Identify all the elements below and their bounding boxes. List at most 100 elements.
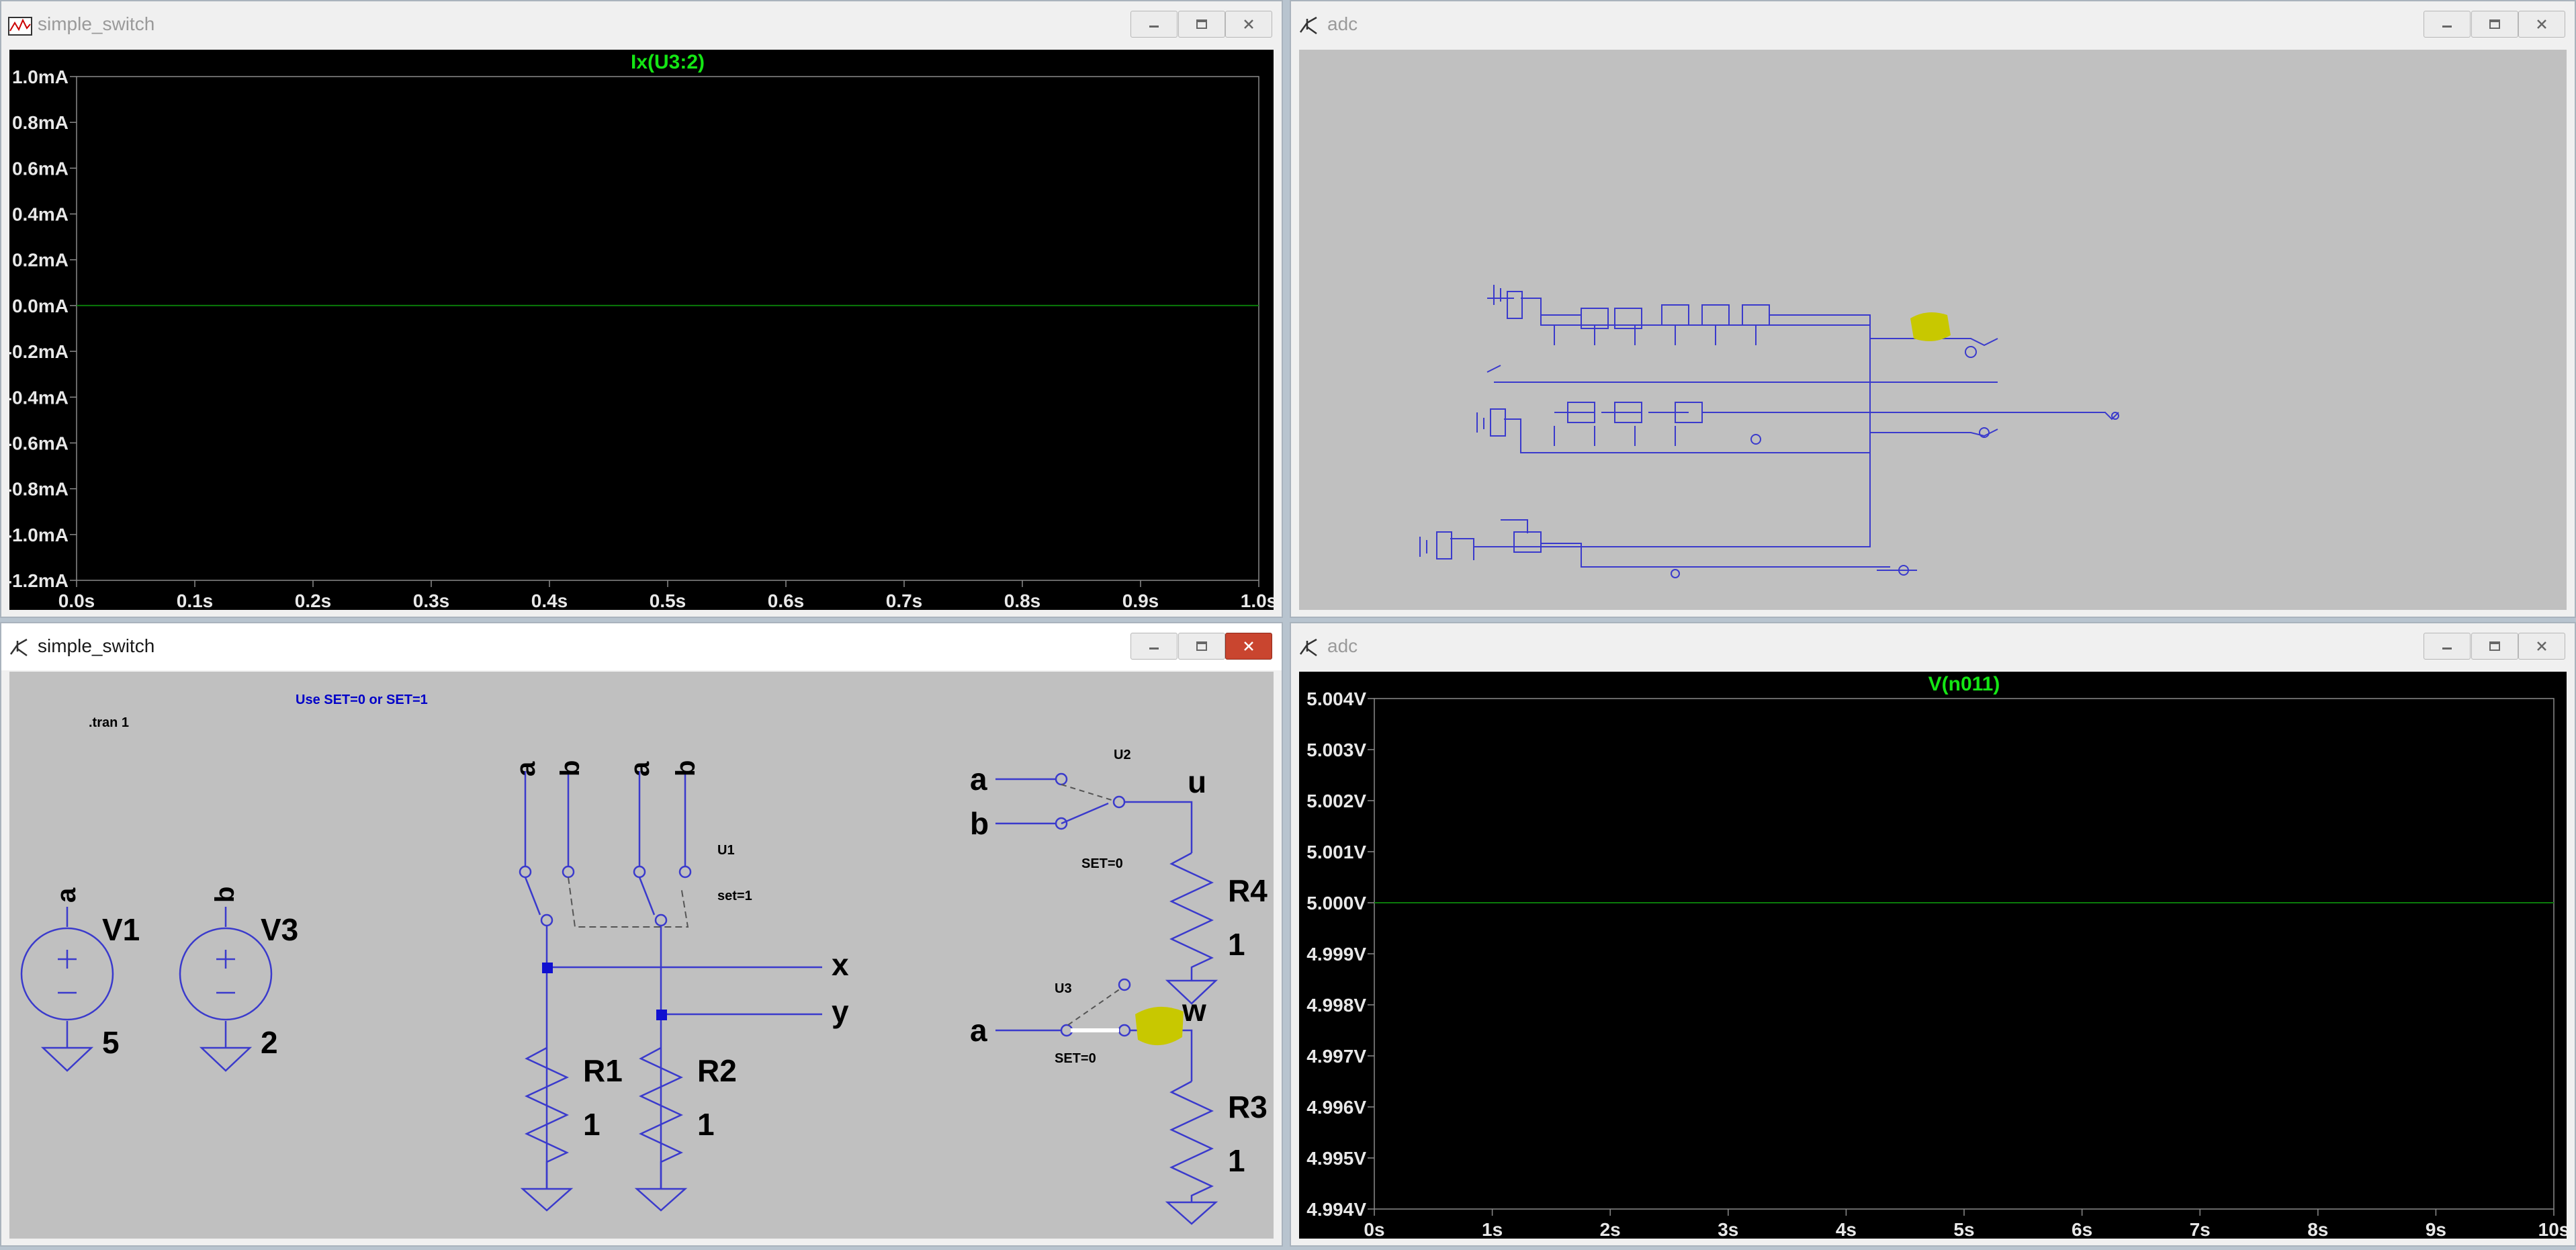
y-tick-label: -1.2mA — [9, 570, 69, 591]
y-tick-label: 4.999V — [1306, 944, 1366, 965]
x-tick-label: 0s — [1364, 1219, 1384, 1239]
v1-net-label: a — [52, 887, 81, 903]
switch-u2[interactable] — [995, 772, 1218, 1005]
minimize-button[interactable] — [2424, 11, 2471, 38]
minimize-icon — [2442, 26, 2452, 28]
adc-stage-2[interactable] — [1476, 402, 2119, 453]
adc-stage-3[interactable] — [1419, 453, 1917, 578]
minimize-button[interactable] — [1130, 633, 1178, 660]
waveform-icon — [8, 17, 32, 36]
net-label-y: y — [832, 994, 849, 1029]
waveform-plot[interactable]: Ix(U3:2) 1.0mA 0.8mA 0.6mA 0.4mA 0.2mA 0.0mA -0… — [9, 50, 1274, 610]
maximize-button[interactable] — [2471, 633, 2518, 660]
y-tick-label: 4.996V — [1306, 1097, 1366, 1118]
schematic-icon — [1299, 638, 1317, 657]
titlebar[interactable]: simple_switch — [1, 623, 1282, 670]
x-tick-label: 2s — [1600, 1219, 1621, 1239]
maximize-icon — [1196, 641, 1207, 651]
y-tick-label: -0.8mA — [9, 479, 69, 500]
y-tick-label: -0.4mA — [9, 387, 69, 408]
x-tick-label: 3s — [1718, 1219, 1738, 1239]
r4-name: R4 — [1228, 873, 1268, 908]
source-v3[interactable]: b V3 2 — [179, 887, 298, 1072]
x-tick-label: 0.9s — [1122, 590, 1159, 610]
window-schematic-adc[interactable]: adc — [1290, 0, 2576, 618]
minimize-icon — [1149, 648, 1159, 650]
window-schematic-simple-switch[interactable]: simple_switch .tran 1 Use SET=0 or SET=1… — [0, 622, 1283, 1247]
window-waveform-vn011[interactable]: adc V(n011) 5.004V 5.003V 5.002V 5.001V 5.000… — [1290, 622, 2576, 1247]
minimize-icon — [2442, 648, 2452, 650]
simple-switch-schematic[interactable]: .tran 1 Use SET=0 or SET=1 a V1 5 b V3 2 — [9, 672, 1274, 1239]
u1-pin-2-label: b — [556, 760, 585, 776]
close-button[interactable] — [1225, 633, 1272, 660]
minimize-button[interactable] — [1130, 11, 1178, 38]
r3-value: 1 — [1228, 1143, 1245, 1178]
x-tick-label: 0.7s — [886, 590, 923, 610]
net-label-w: w — [1182, 993, 1206, 1028]
titlebar[interactable]: adc — [1291, 623, 2575, 670]
r4-value: 1 — [1228, 927, 1245, 962]
r3-name: R3 — [1228, 1089, 1268, 1124]
v3-net-label: b — [210, 887, 240, 903]
x-tick-label: 5s — [1953, 1219, 1974, 1239]
y-tick-label: 0.0mA — [12, 296, 69, 316]
y-tick-label: 5.002V — [1306, 791, 1366, 811]
minimize-icon — [1149, 26, 1159, 28]
window-waveform-ix[interactable]: simple_switch Ix(U3:2) 1.0mA 0.8mA 0.6mA 0.4… — [0, 0, 1283, 618]
net-label-x: x — [832, 947, 849, 982]
window-title: simple_switch — [38, 13, 155, 34]
plot-pane[interactable]: V(n011) 5.004V 5.003V 5.002V 5.001V 5.000V 4.9… — [1299, 672, 2567, 1239]
plot-pane[interactable]: Ix(U3:2) 1.0mA 0.8mA 0.6mA 0.4mA 0.2mA 0.0mA -0… — [9, 50, 1274, 610]
trace-title[interactable]: V(n011) — [1928, 673, 2000, 695]
maximize-icon — [2489, 19, 2500, 29]
u3-name: U3 — [1055, 981, 1072, 996]
r2-name: R2 — [697, 1053, 737, 1088]
x-tick-label: 0.1s — [177, 590, 214, 610]
u2-param: SET=0 — [1081, 856, 1123, 871]
maximize-icon — [2489, 641, 2500, 651]
u2-name: U2 — [1114, 748, 1131, 762]
maximize-button[interactable] — [2471, 11, 2518, 38]
u2-in1-label: a — [970, 762, 987, 797]
y-tick-label: 4.997V — [1306, 1046, 1366, 1067]
close-icon — [2537, 641, 2546, 651]
r1-name: R1 — [583, 1053, 623, 1088]
plot-frame — [1374, 698, 2555, 1210]
tran-directive[interactable]: .tran 1 — [89, 715, 129, 730]
y-tick-label: 5.004V — [1306, 688, 1366, 709]
switch-u1[interactable] — [519, 771, 822, 1189]
comment-text[interactable]: Use SET=0 or SET=1 — [296, 693, 428, 707]
close-icon — [2537, 19, 2546, 29]
window-title: adc — [1327, 13, 1358, 34]
window-title: adc — [1327, 635, 1358, 656]
v1-value: 5 — [102, 1025, 120, 1060]
x-tick-label: 1.0s — [1241, 590, 1274, 610]
close-button[interactable] — [2518, 11, 2565, 38]
schematic-canvas[interactable]: .tran 1 Use SET=0 or SET=1 a V1 5 b V3 2 — [9, 672, 1274, 1239]
adc-schematic[interactable] — [1299, 50, 2567, 610]
waveform-plot[interactable]: V(n011) 5.004V 5.003V 5.002V 5.001V 5.000V 4.9… — [1299, 672, 2567, 1239]
u1-param: set=1 — [717, 889, 752, 903]
close-button[interactable] — [1225, 11, 1272, 38]
maximize-button[interactable] — [1178, 633, 1225, 660]
maximize-button[interactable] — [1178, 11, 1225, 38]
y-tick-label: 4.995V — [1306, 1148, 1366, 1169]
trace-title[interactable]: Ix(U3:2) — [631, 51, 705, 73]
u1-name: U1 — [717, 843, 735, 858]
schematic-icon — [1299, 16, 1317, 35]
x-tick-label: 0.5s — [650, 590, 686, 610]
minimize-button[interactable] — [2424, 633, 2471, 660]
highlight-mark — [1135, 1006, 1184, 1046]
titlebar[interactable]: simple_switch — [1, 1, 1282, 48]
schematic-canvas[interactable] — [1299, 50, 2567, 610]
close-button[interactable] — [2518, 633, 2565, 660]
v3-value: 2 — [261, 1025, 278, 1060]
titlebar[interactable]: adc — [1291, 1, 2575, 48]
source-v1[interactable]: a V1 5 — [20, 887, 140, 1072]
net-label-u: u — [1188, 764, 1206, 799]
u3-in-label: a — [970, 1013, 987, 1048]
y-tick-label: 5.001V — [1306, 842, 1366, 862]
y-tick-label: 0.4mA — [12, 204, 69, 225]
u3-param: SET=0 — [1055, 1051, 1096, 1066]
u1-pin-3-label: a — [625, 761, 655, 776]
